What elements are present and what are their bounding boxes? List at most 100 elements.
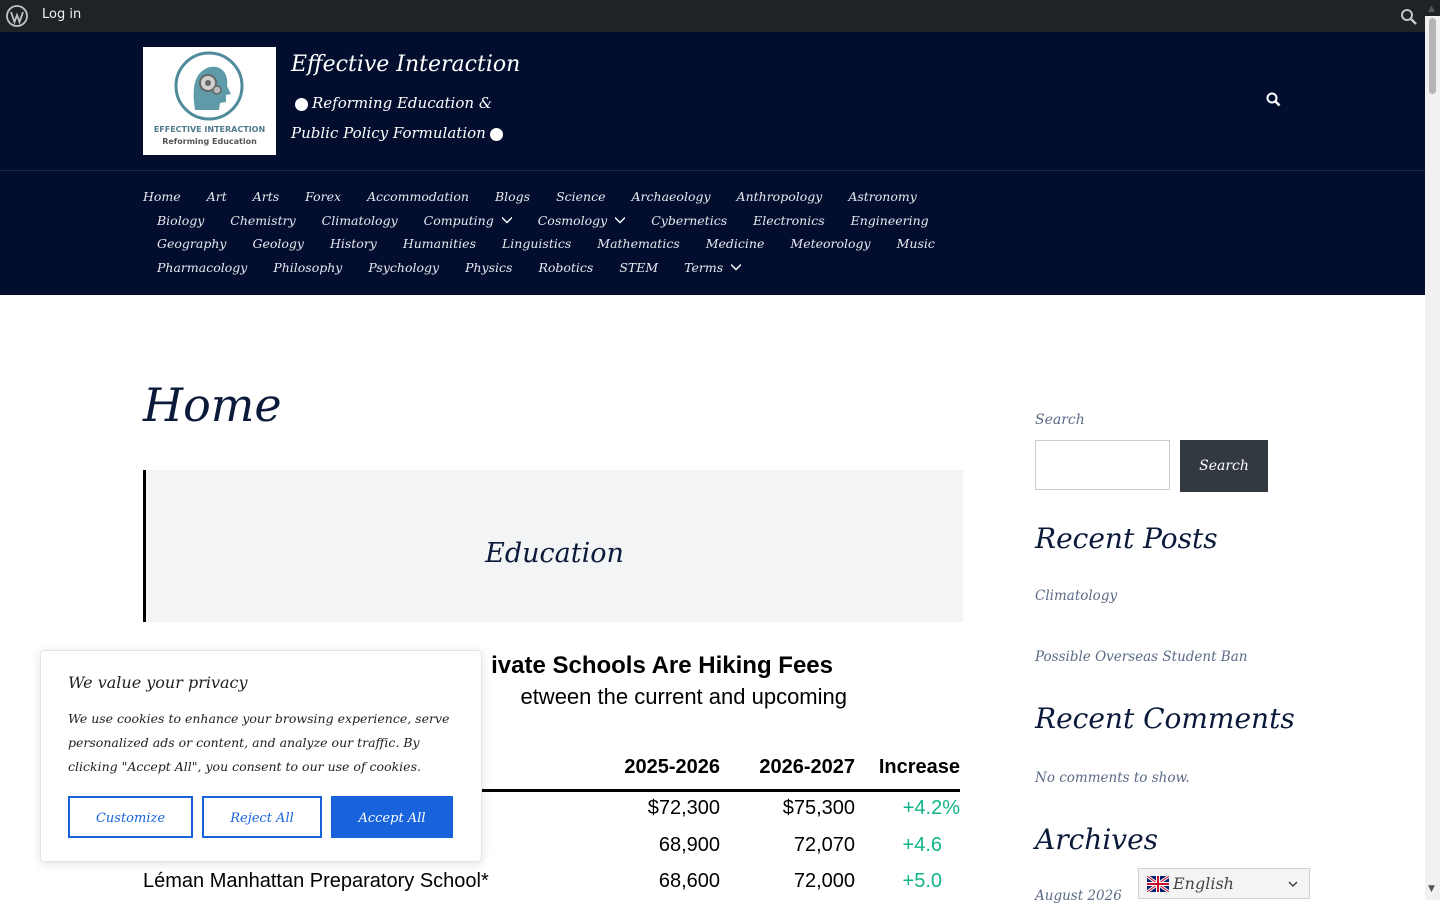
archive-link[interactable]: August 2026 — [1035, 888, 1122, 904]
nav-row: Biology Chemistry Climatology Computing Cosm… — [143, 209, 929, 233]
nav-item-accommodation[interactable]: Accommodation — [367, 189, 469, 204]
nav-item-engineering[interactable]: Engineering — [851, 213, 929, 228]
sidebar-search-button[interactable]: Search — [1180, 440, 1268, 492]
nav-item-geography[interactable]: Geography — [157, 236, 226, 251]
nav-item-chemistry[interactable]: Chemistry — [230, 213, 295, 228]
reject-all-button[interactable]: Reject All — [202, 796, 322, 838]
cookie-title: We value your privacy — [68, 673, 248, 692]
head-gear-logo-icon — [174, 51, 244, 121]
nav-item-robotics[interactable]: Robotics — [538, 260, 593, 275]
education-quote-block: Education — [143, 470, 963, 622]
nav-item-physics[interactable]: Physics — [465, 260, 512, 275]
nav-item-cybernetics[interactable]: Cybernetics — [651, 213, 727, 228]
nav-item-biology[interactable]: Biology — [157, 213, 204, 228]
nav-item-label: Astronomy — [848, 189, 917, 205]
nav-item-astronomy[interactable]: Astronomy — [848, 189, 916, 204]
table-cell-increase: +4.2% — [902, 797, 960, 819]
chevron-down-icon[interactable] — [615, 215, 626, 225]
nav-item-home[interactable]: Home — [143, 189, 181, 204]
nav-item-label: Humanities — [402, 236, 476, 252]
login-link[interactable]: Log in — [42, 7, 81, 22]
table-cell-increase: +4.6 — [902, 834, 942, 856]
tagline-line-1: Reforming Education & — [312, 94, 493, 112]
site-title[interactable]: Effective Interaction — [291, 52, 520, 77]
nav-item-art[interactable]: Art — [207, 189, 227, 204]
chevron-down-icon[interactable] — [501, 215, 512, 225]
wordpress-logo-icon[interactable] — [6, 5, 28, 27]
scroll-up-arrow-icon[interactable]: ▲ — [1428, 4, 1435, 14]
no-comments-text: No comments to show. — [1035, 770, 1190, 786]
nav-item-label: Accommodation — [367, 189, 469, 205]
table-cell: 72,000 — [793, 870, 855, 892]
nav-item-science[interactable]: Science — [556, 189, 605, 204]
nav-item-philosophy[interactable]: Philosophy — [273, 260, 342, 275]
sidebar-search-input[interactable] — [1035, 440, 1170, 490]
nav-item-medicine[interactable]: Medicine — [706, 236, 765, 251]
nav-item-label: Climatology — [321, 212, 398, 228]
nav-item-label: Science — [556, 189, 606, 205]
table-cell: $72,300 — [647, 797, 720, 819]
nav-item-stem[interactable]: STEM — [619, 260, 658, 275]
nav-item-linguistics[interactable]: Linguistics — [502, 236, 571, 251]
nav-item-label: Computing — [423, 212, 494, 228]
nav-item-label: STEM — [619, 259, 659, 275]
language-switcher[interactable]: English — [1138, 868, 1310, 899]
nav-item-label: Robotics — [538, 259, 594, 275]
nav-item-meteorology[interactable]: Meteorology — [790, 236, 870, 251]
archives-heading: Archives — [1035, 823, 1159, 856]
nav-item-archaeology[interactable]: Archaeology — [632, 189, 711, 204]
customize-button[interactable]: Customize — [68, 796, 193, 838]
nav-item-cosmology[interactable]: Cosmology — [538, 213, 626, 228]
nav-item-geology[interactable]: Geology — [252, 236, 304, 251]
nav-item-humanities[interactable]: Humanities — [403, 236, 476, 251]
nav-item-label: Arts — [252, 189, 280, 205]
nav-item-anthropology[interactable]: Anthropology — [737, 189, 823, 204]
nav-item-psychology[interactable]: Psychology — [368, 260, 439, 275]
header-divider — [0, 170, 1425, 171]
nav-item-pharmacology[interactable]: Pharmacology — [157, 260, 247, 275]
page-scrollbar[interactable]: ▲ ▼ — [1425, 4, 1440, 900]
nav-item-history[interactable]: History — [330, 236, 377, 251]
nav-row: Home Art Arts Forex Accommodation Blogs Scienc… — [143, 185, 917, 209]
nav-row: Pharmacology Philosophy Psychology Physics R… — [143, 256, 903, 280]
scroll-down-arrow-icon[interactable]: ▼ — [1428, 884, 1435, 894]
scrollbar-thumb[interactable] — [1429, 18, 1436, 94]
logo-caption-subtitle: Reforming Education — [162, 137, 257, 146]
recent-post-link[interactable]: Possible Overseas Student Ban — [1035, 649, 1247, 665]
site-tagline: Reforming Education & Public Policy Form… — [291, 88, 521, 148]
table-cell: $75,300 — [782, 797, 855, 819]
nav-item-label: Psychology — [368, 259, 440, 275]
column-header-2025: 2025-2026 — [624, 756, 720, 778]
language-label: English — [1173, 874, 1234, 893]
nav-item-label: Geography — [157, 236, 227, 252]
nav-item-label: Medicine — [705, 236, 765, 252]
column-header-2026: 2026-2027 — [759, 756, 855, 778]
chevron-down-icon[interactable] — [731, 262, 742, 272]
nav-item-arts[interactable]: Arts — [253, 189, 279, 204]
main-navigation: Home Art Arts Forex Accommodation Blogs Scienc… — [143, 185, 935, 280]
nav-item-label: Mathematics — [597, 236, 680, 252]
nav-item-label: Anthropology — [736, 189, 823, 205]
column-header-increase: Increase — [878, 756, 960, 778]
nav-item-label: Art — [206, 189, 227, 205]
cookie-body: We use cookies to enhance your browsing … — [68, 711, 450, 774]
bullet-dot-icon — [295, 97, 308, 111]
header-search-icon[interactable] — [1266, 92, 1281, 107]
accept-all-button[interactable]: Accept All — [331, 796, 453, 838]
nav-item-terms[interactable]: Terms — [684, 260, 742, 275]
admin-search-icon[interactable] — [1400, 8, 1418, 26]
site-header: EFFECTIVE INTERACTION Reforming Educatio… — [0, 32, 1425, 295]
table-cell: 68,600 — [658, 870, 720, 892]
nav-item-blogs[interactable]: Blogs — [495, 189, 530, 204]
nav-item-forex[interactable]: Forex — [305, 189, 341, 204]
nav-item-climatology[interactable]: Climatology — [322, 213, 398, 228]
nav-item-music[interactable]: Music — [897, 236, 935, 251]
nav-item-label: Cybernetics — [651, 212, 728, 228]
site-logo[interactable]: EFFECTIVE INTERACTION Reforming Educatio… — [143, 47, 276, 155]
nav-item-computing[interactable]: Computing — [424, 213, 512, 228]
nav-item-label: Electronics — [753, 212, 825, 228]
recent-comments-heading: Recent Comments — [1035, 702, 1295, 735]
nav-item-electronics[interactable]: Electronics — [753, 213, 825, 228]
recent-post-link[interactable]: Climatology — [1035, 588, 1117, 604]
nav-item-mathematics[interactable]: Mathematics — [597, 236, 679, 251]
